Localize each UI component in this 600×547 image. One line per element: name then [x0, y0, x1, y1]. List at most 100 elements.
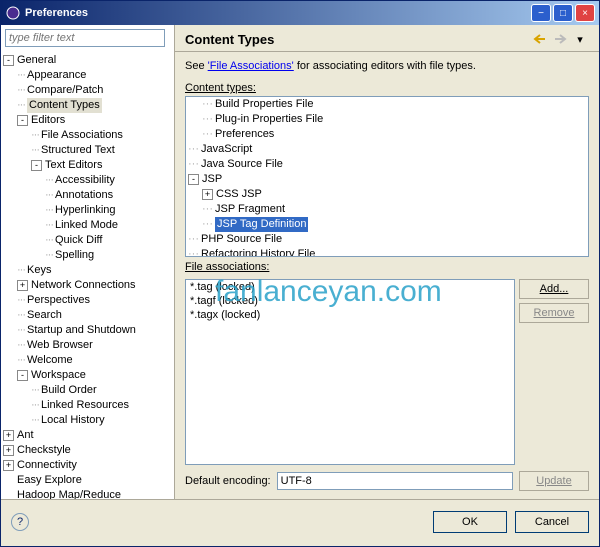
tree-item-label: Hyperlinking [55, 203, 116, 218]
expand-icon[interactable]: + [3, 430, 14, 441]
maximize-button[interactable]: □ [553, 4, 573, 22]
tree-item[interactable]: ···Accessibility [1, 173, 174, 188]
tree-item-label: JavaScript [201, 142, 252, 157]
tree-item[interactable]: ···Web Browser [1, 338, 174, 353]
list-item[interactable]: *.tagf (locked) [186, 294, 514, 308]
tree-item[interactable]: Hadoop Map/Reduce [1, 488, 174, 499]
tree-item[interactable]: ···Linked Resources [1, 398, 174, 413]
expand-icon[interactable]: + [202, 189, 213, 200]
collapse-icon[interactable]: - [3, 55, 14, 66]
tree-item[interactable]: ···Keys [1, 263, 174, 278]
minimize-button[interactable]: − [531, 4, 551, 22]
tree-item[interactable]: ···Structured Text [1, 143, 174, 158]
tree-item[interactable]: -JSP [186, 172, 588, 187]
help-icon[interactable]: ? [11, 513, 29, 531]
tree-item-label: Build Properties File [215, 97, 313, 112]
tree-item-label: Annotations [55, 188, 113, 203]
tree-item[interactable]: ···Local History [1, 413, 174, 428]
tree-item[interactable]: ···Welcome [1, 353, 174, 368]
tree-item-label: File Associations [41, 128, 123, 143]
tree-item-label: Search [27, 308, 62, 323]
tree-item[interactable]: +CSS JSP [186, 187, 588, 202]
tree-item[interactable]: ···Spelling [1, 248, 174, 263]
tree-item[interactable]: ···PHP Source File [186, 232, 588, 247]
nav-pane: -General···Appearance···Compare/Patch···… [1, 25, 175, 499]
add-button[interactable]: Add... [519, 279, 589, 299]
tree-item-label: Connectivity [17, 458, 77, 473]
tree-item[interactable]: ···Linked Mode [1, 218, 174, 233]
collapse-icon[interactable]: - [31, 160, 42, 171]
description: See 'File Associations' for associating … [185, 60, 589, 72]
tree-item[interactable]: ···Quick Diff [1, 233, 174, 248]
tree-item-label: Editors [31, 113, 65, 128]
tree-item[interactable]: +Ant [1, 428, 174, 443]
nav-tree[interactable]: -General···Appearance···Compare/Patch···… [1, 51, 174, 499]
tree-item-label: PHP Source File [201, 232, 282, 247]
tree-item[interactable]: Easy Explore [1, 473, 174, 488]
tree-item[interactable]: ···Preferences [186, 127, 588, 142]
footer: ? OK Cancel [1, 499, 599, 543]
tree-item-label: Spelling [55, 248, 94, 263]
tree-item[interactable]: ···Appearance [1, 68, 174, 83]
encoding-label: Default encoding: [185, 475, 271, 487]
tree-item[interactable]: +Checkstyle [1, 443, 174, 458]
tree-item[interactable]: -General [1, 53, 174, 68]
tree-item[interactable]: ···Content Types [1, 98, 174, 113]
tree-item-label: Linked Mode [55, 218, 118, 233]
content-types-tree[interactable]: ···Build Properties File···Plug-in Prope… [185, 96, 589, 257]
titlebar: Preferences − □ × [1, 1, 599, 25]
tree-item-label: Network Connections [31, 278, 136, 293]
tree-item[interactable]: ···JavaScript [186, 142, 588, 157]
tree-item-label: General [17, 53, 56, 68]
filter-input[interactable] [5, 29, 165, 47]
collapse-icon[interactable]: - [188, 174, 199, 185]
tree-item-label: Build Order [41, 383, 97, 398]
tree-item-label: JSP [202, 172, 222, 187]
expand-icon[interactable]: + [3, 460, 14, 471]
collapse-icon[interactable]: - [17, 370, 28, 381]
tree-item-label: Web Browser [27, 338, 93, 353]
list-item[interactable]: *.tagx (locked) [186, 308, 514, 322]
expand-icon[interactable]: + [17, 280, 28, 291]
tree-item[interactable]: -Workspace [1, 368, 174, 383]
tree-item[interactable]: ···Build Order [1, 383, 174, 398]
tree-item[interactable]: +Connectivity [1, 458, 174, 473]
tree-item[interactable]: ···Annotations [1, 188, 174, 203]
tree-item[interactable]: ···Build Properties File [186, 97, 588, 112]
encoding-input[interactable] [277, 472, 513, 490]
tree-item-label: Structured Text [41, 143, 115, 158]
tree-item-label: Linked Resources [41, 398, 129, 413]
tree-item[interactable]: ···Compare/Patch [1, 83, 174, 98]
file-associations-link[interactable]: 'File Associations' [208, 60, 294, 72]
tree-item[interactable]: -Editors [1, 113, 174, 128]
tree-item-label: Refactoring History File [201, 247, 315, 257]
page-header: Content Types ▾ [175, 25, 599, 52]
tree-item[interactable]: -Text Editors [1, 158, 174, 173]
tree-item[interactable]: ···Startup and Shutdown [1, 323, 174, 338]
ok-button[interactable]: OK [433, 511, 507, 533]
tree-item-label: Startup and Shutdown [27, 323, 136, 338]
tree-item[interactable]: +Network Connections [1, 278, 174, 293]
tree-item[interactable]: ···File Associations [1, 128, 174, 143]
tree-item-label: Plug-in Properties File [215, 112, 323, 127]
collapse-icon[interactable]: - [17, 115, 28, 126]
menu-dropdown-icon[interactable]: ▾ [571, 31, 589, 47]
list-item[interactable]: *.tag (locked) [186, 280, 514, 294]
back-icon[interactable] [531, 31, 549, 47]
cancel-button[interactable]: Cancel [515, 511, 589, 533]
remove-button: Remove [519, 303, 589, 323]
forward-icon[interactable] [551, 31, 569, 47]
file-associations-list[interactable]: *.tag (locked)*.tagf (locked)*.tagx (loc… [185, 279, 515, 465]
tree-item[interactable]: ···JSP Tag Definition [186, 217, 588, 232]
expand-icon[interactable]: + [3, 445, 14, 456]
tree-item[interactable]: ···Search [1, 308, 174, 323]
tree-item[interactable]: ···Plug-in Properties File [186, 112, 588, 127]
tree-item[interactable]: ···Java Source File [186, 157, 588, 172]
tree-item[interactable]: ···Refactoring History File [186, 247, 588, 257]
tree-item[interactable]: ···JSP Fragment [186, 202, 588, 217]
tree-item[interactable]: ···Perspectives [1, 293, 174, 308]
tree-item[interactable]: ···Hyperlinking [1, 203, 174, 218]
content-types-label: Content types: [185, 82, 589, 94]
close-button[interactable]: × [575, 4, 595, 22]
page-title: Content Types [185, 32, 529, 47]
